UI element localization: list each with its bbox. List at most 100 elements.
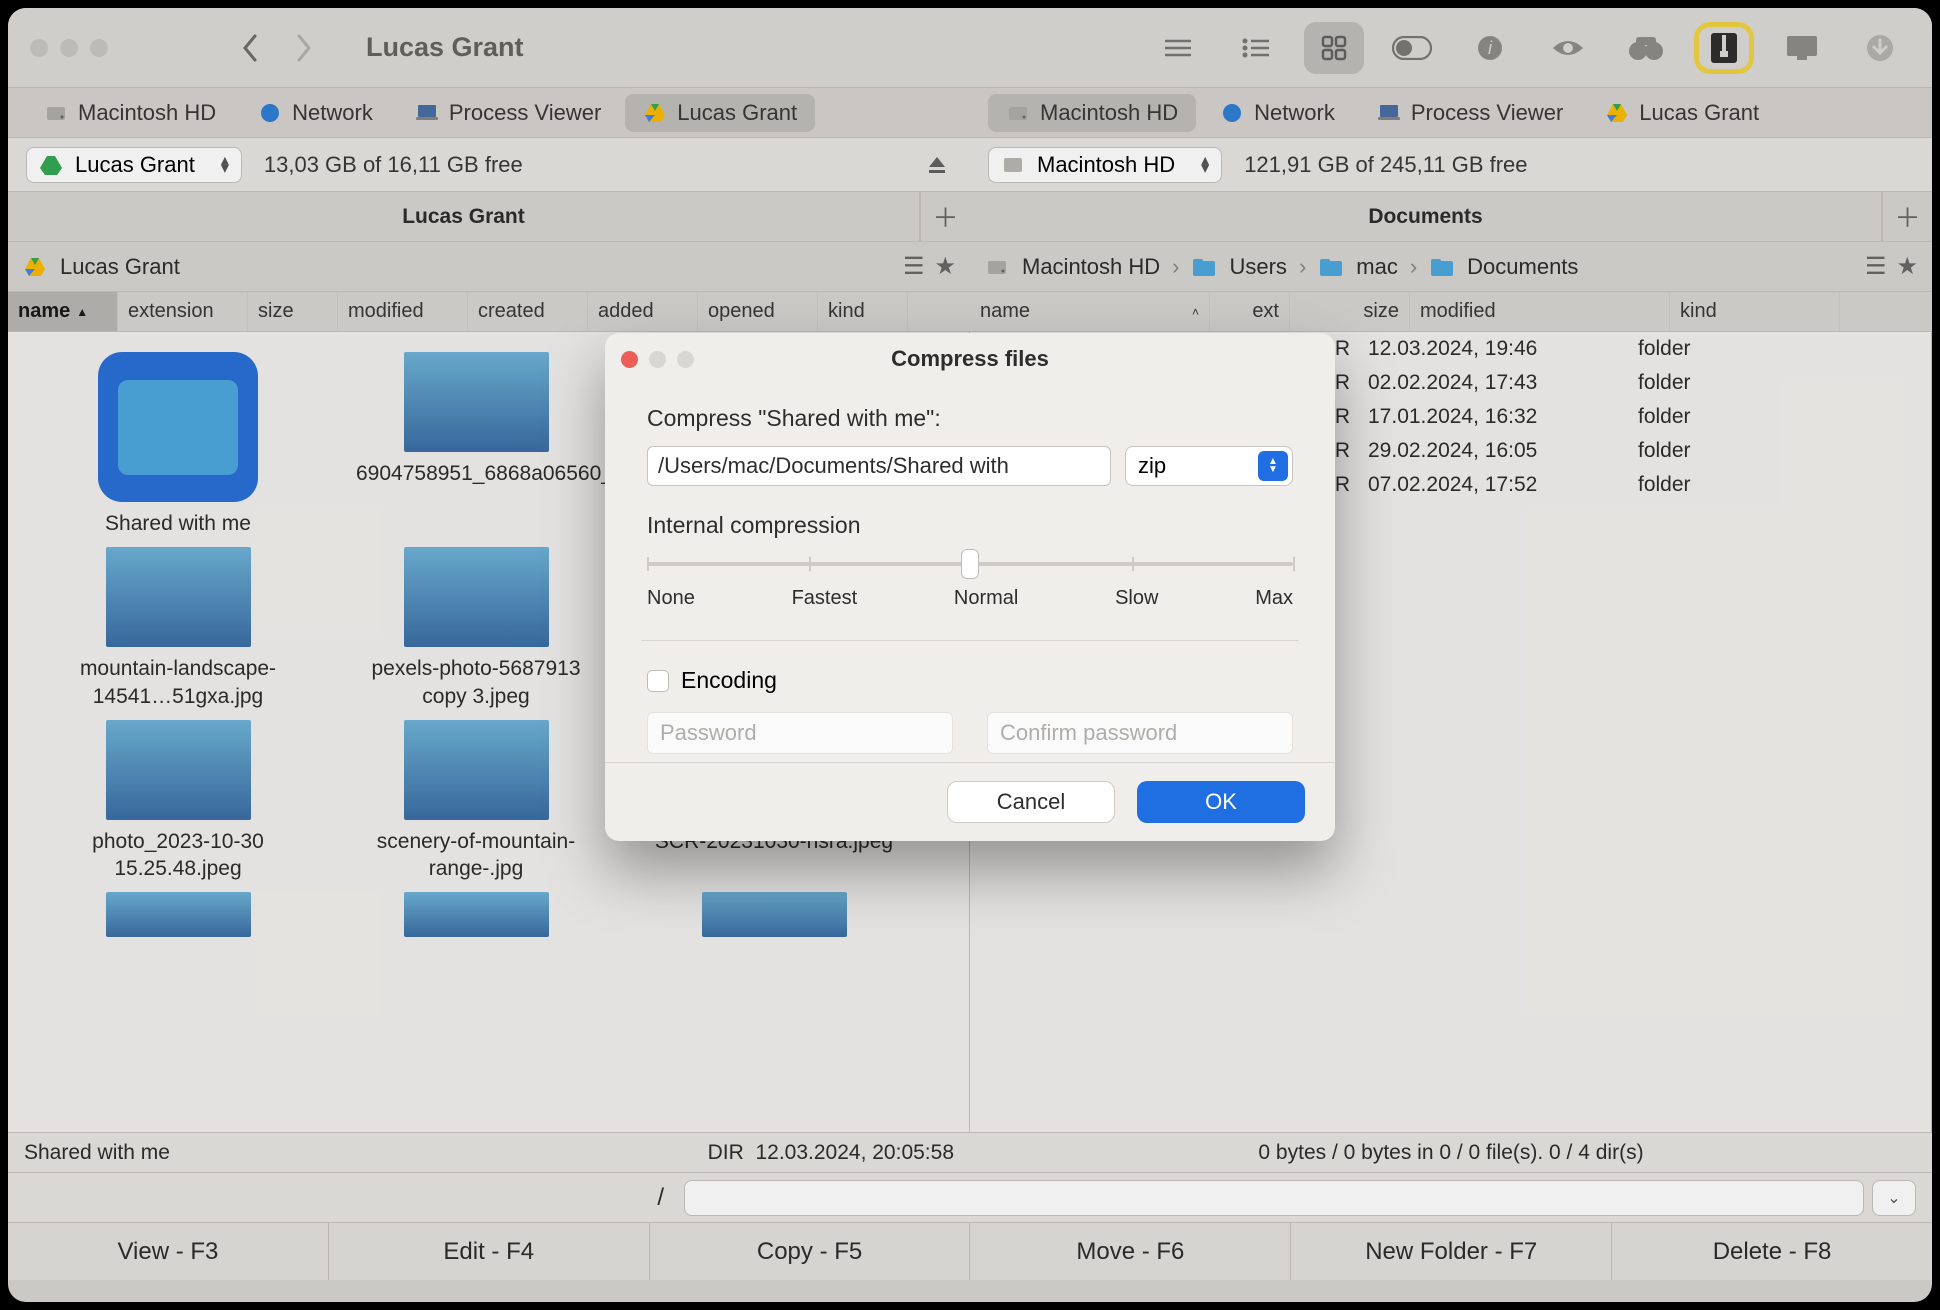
column-header[interactable]: modified [1410, 292, 1670, 331]
file-item[interactable] [38, 892, 318, 937]
right-add-tab-button[interactable]: ＋ [1882, 192, 1932, 241]
dialog-minimize-button[interactable] [649, 351, 666, 368]
format-select[interactable]: zip ▲▼ [1125, 446, 1293, 486]
file-item[interactable]: mountain-landscape-14541…51gxa.jpg [38, 547, 318, 710]
drive-tab[interactable]: Lucas Grant [625, 94, 815, 132]
left-add-tab-button[interactable]: ＋ [920, 192, 970, 241]
slider-knob[interactable] [961, 549, 979, 579]
column-header[interactable]: name▲ [8, 292, 118, 331]
slider-tick-label: None [647, 587, 695, 610]
slider-tick-label: Max [1255, 587, 1293, 610]
ok-button[interactable]: OK [1137, 781, 1305, 823]
thumbnail-image [404, 720, 549, 820]
folder-icon [1191, 254, 1217, 280]
thumbnail-image [404, 892, 549, 937]
download-icon[interactable] [1850, 22, 1910, 74]
view-compact-icon[interactable] [1148, 22, 1208, 74]
drive-tab[interactable]: Lucas Grant [1587, 94, 1777, 132]
dialog-close-button[interactable] [621, 351, 638, 368]
panel-header-row: Lucas Grant ＋ Documents ＋ [8, 192, 1932, 242]
laptop-icon [415, 101, 439, 125]
eject-button[interactable] [922, 150, 952, 180]
breadcrumb-segment[interactable]: Macintosh HD [1022, 254, 1160, 280]
file-item[interactable]: photo_2023-10-30 15.25.48.jpeg [38, 720, 318, 883]
right-panel-title[interactable]: Documents [970, 192, 1882, 241]
close-window-button[interactable] [30, 39, 48, 57]
favorite-icon[interactable]: ★ [934, 252, 956, 281]
compression-slider[interactable] [647, 553, 1293, 573]
drive-tab[interactable]: Process Viewer [397, 94, 619, 132]
file-label: 6904758951_6868a06560_b.jpg [356, 460, 596, 487]
cancel-button[interactable]: Cancel [947, 781, 1115, 823]
function-key-button[interactable]: Delete - F8 [1612, 1223, 1932, 1280]
drive-tab[interactable]: Network [240, 94, 391, 132]
drive-tab[interactable]: Process Viewer [1359, 94, 1581, 132]
format-value: zip [1138, 453, 1166, 479]
folder-icon [1429, 254, 1455, 280]
column-header[interactable]: size [1290, 292, 1410, 331]
archive-icon[interactable] [1694, 22, 1754, 74]
column-header[interactable]: added [588, 292, 698, 331]
folder-item[interactable]: Shared with me [38, 352, 318, 537]
binoculars-icon[interactable] [1616, 22, 1676, 74]
drive-icon [1001, 153, 1025, 177]
file-item[interactable] [336, 892, 616, 937]
destination-input[interactable]: /Users/mac/Documents/Shared with [647, 446, 1111, 486]
breadcrumb-segment[interactable]: mac [1356, 254, 1398, 280]
drive-tab[interactable]: Network [1202, 94, 1353, 132]
column-header[interactable]: size [248, 292, 338, 331]
breadcrumb-segment[interactable]: Lucas Grant [60, 254, 180, 280]
function-key-button[interactable]: Copy - F5 [650, 1223, 971, 1280]
thumbnail-image [404, 547, 549, 647]
breadcrumb-segment[interactable]: Users [1229, 254, 1286, 280]
column-header[interactable]: kind [1670, 292, 1840, 331]
column-header[interactable]: name˄ [970, 292, 1210, 331]
slider-tick-label: Fastest [792, 587, 858, 610]
file-item[interactable]: pexels-photo-5687913 copy 3.jpeg [336, 547, 616, 710]
forward-button[interactable] [284, 28, 324, 68]
confirm-password-input[interactable]: Confirm password [987, 712, 1293, 754]
file-item[interactable]: 6904758951_6868a06560_b.jpg [336, 352, 616, 537]
compress-dialog: Compress files Compress "Shared with me"… [605, 333, 1335, 841]
function-key-button[interactable]: Edit - F4 [329, 1223, 650, 1280]
left-panel-title[interactable]: Lucas Grant [8, 192, 920, 241]
column-header[interactable]: created [468, 292, 588, 331]
function-key-button[interactable]: Move - F6 [970, 1223, 1291, 1280]
sel-filename: Shared with me [24, 1141, 170, 1165]
chevron-right-icon: › [1299, 254, 1306, 280]
drive-tab[interactable]: Macintosh HD [988, 94, 1196, 132]
column-header[interactable]: modified [338, 292, 468, 331]
encoding-checkbox[interactable] [647, 670, 669, 692]
password-input[interactable]: Password [647, 712, 953, 754]
list-toggle-icon[interactable]: ☰ [1865, 252, 1887, 281]
internal-compression-label: Internal compression [647, 512, 1293, 539]
minimize-window-button[interactable] [60, 39, 78, 57]
column-header[interactable]: ext [1210, 292, 1290, 331]
view-list-icon[interactable] [1226, 22, 1286, 74]
left-drive-select[interactable]: Lucas Grant ▴▾ [26, 147, 242, 183]
view-grid-icon[interactable] [1304, 22, 1364, 74]
column-header[interactable]: kind [818, 292, 908, 331]
command-input[interactable] [684, 1180, 1864, 1216]
dialog-zoom-button[interactable] [677, 351, 694, 368]
file-item[interactable] [634, 892, 914, 937]
column-header[interactable]: extension [118, 292, 248, 331]
function-key-button[interactable]: View - F3 [8, 1223, 329, 1280]
favorite-icon[interactable]: ★ [1896, 252, 1918, 281]
file-item[interactable]: scenery-of-mountain-range-.jpg [336, 720, 616, 883]
quicklook-icon[interactable] [1538, 22, 1598, 74]
back-button[interactable] [230, 28, 270, 68]
info-icon[interactable]: i [1460, 22, 1520, 74]
drive-tab[interactable]: Macintosh HD [26, 94, 234, 132]
toggle-switch-icon[interactable] [1382, 22, 1442, 74]
zoom-window-button[interactable] [90, 39, 108, 57]
command-history-button[interactable]: ⌄ [1872, 1180, 1916, 1216]
cell-kind: folder [1620, 405, 1740, 429]
desktop-icon[interactable] [1772, 22, 1832, 74]
function-key-button[interactable]: New Folder - F7 [1291, 1223, 1612, 1280]
breadcrumb-segment[interactable]: Documents [1467, 254, 1578, 280]
column-header[interactable]: opened [698, 292, 818, 331]
right-drive-select[interactable]: Macintosh HD ▴▾ [988, 147, 1222, 183]
cell-kind: folder [1620, 473, 1740, 497]
list-toggle-icon[interactable]: ☰ [903, 252, 925, 281]
